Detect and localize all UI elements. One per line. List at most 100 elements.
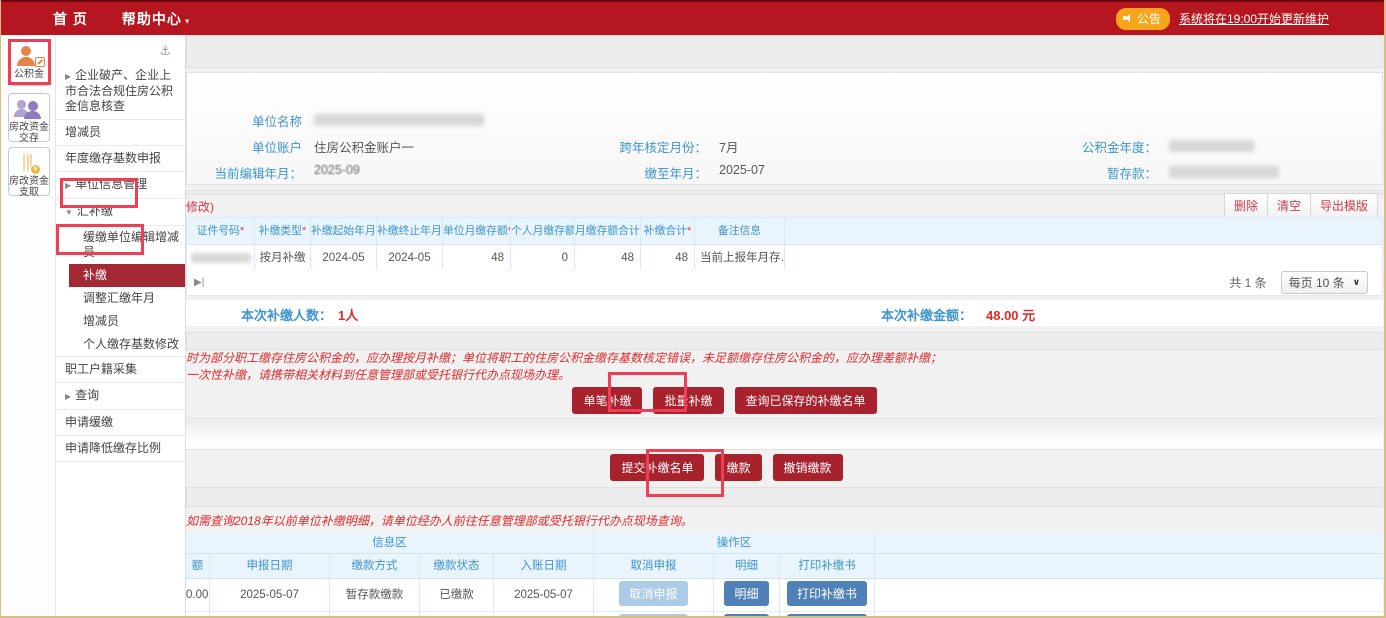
count-value: 1人 [338,305,358,324]
batch-supplement-button[interactable]: 批量补缴 [653,387,723,414]
divider-strip [186,332,1383,350]
sidebar-item-add-remove-sub[interactable]: 增减员 [56,310,185,333]
module-rail: 公积金 房改资金 交存 ¥ 房改资金 支取 [1,35,56,618]
single-supplement-button[interactable]: 单笔补缴 [572,387,642,414]
detail-button[interactable]: 明细 [724,581,768,606]
maintenance-notice-link[interactable]: 系统将在19:00开始更新维护 [1179,10,1329,27]
summary-row: 本次补缴人数： 1人 本次补缴金额： 48.00 元 [186,300,1383,326]
cancel-pay-button[interactable]: 撤销缴款 [773,454,843,481]
print-certificate-button[interactable]: 打印补缴书 [787,614,867,618]
module-reform-withdraw[interactable]: ¥ 房改资金 支取 [8,147,50,196]
supplement-actions: 单笔补缴 批量补缴 查询已保存的补缴名单 [126,387,1323,414]
unit-account-value: 住房公积金账户一 [314,137,414,156]
sidebar-item-household-collect[interactable]: 职工户籍采集 [56,357,185,383]
collapse-anchor-icon[interactable]: ⚓ [159,44,171,59]
main-content: 单位名称 单位账户 住房公积金账户一 跨年核定月份： 7月 公积金年度： 当前编… [186,35,1383,618]
section-header-strip [186,35,1383,68]
operation-zone-header: 操作区 [594,532,875,554]
sidebar-item-unit-info[interactable]: ▶单位信息管理 [56,172,185,199]
sidebar-item-adjust-month[interactable]: 调整汇缴年月 [56,287,185,310]
people-icon [9,98,49,120]
housing-fund-page: 首 页 帮助中心▾ 公告 系统将在19:00开始更新维护 公积金 房改资金 [0,0,1386,618]
chevron-right-icon: ▶ [65,72,71,81]
cross-year-label: 跨年核定月份： [537,137,707,156]
table-row: 0.00 2025-05-07 暂存款缴款 已缴款 2025-05-07 取消申… [186,579,1383,612]
submit-actions: 提交补缴名单 缴款 撤销缴款 [128,454,1325,481]
query-saved-list-button[interactable]: 查询已保存的补缴名单 [735,387,877,414]
nav-help-center[interactable]: 帮助中心▾ [122,9,191,29]
chevron-right-icon: ▶ [65,181,71,190]
paid-to-label: 缴至年月： [537,163,707,182]
query-note: 如需查询2018年以前单位补缴明细，请单位经办人前往任意管理部或受托银行代办点现… [186,512,693,529]
module-label: 房改资金 [9,176,49,187]
sidebar-menu-panel: ⚓ ▶企业破产、企业上市合法合规住房公积金信息核查 增减员 年度缴存基数申报 ▶… [56,35,186,618]
chevron-right-icon: ▶ [65,392,71,401]
edit-hint-text: 修改) [186,198,214,215]
last-page-icon[interactable]: ▶| [194,277,204,288]
deposit-label: 暂存款： [1017,163,1157,182]
table-row: 0.00 2025-03-14 暂存款缴款 已缴款 2025-03-14 取消申… [186,612,1383,618]
unit-name-label: 单位名称 [187,111,302,130]
amount-value: 48.00 元 [986,305,1035,324]
chevron-down-icon: ▾ [185,16,191,26]
submit-list-button[interactable]: 提交补缴名单 [610,454,704,481]
pay-button[interactable]: 缴款 [715,454,761,481]
deposit-masked-value [1169,164,1279,178]
amount-label: 本次补缴金额： [881,305,972,324]
sidebar-item-enterprise-check[interactable]: ▶企业破产、企业上市合法合规住房公积金信息核查 [56,63,185,120]
chevron-down-icon: ▼ [65,208,73,217]
topbar: 首 页 帮助中心▾ 公告 系统将在19:00开始更新维护 [1,0,1384,35]
history-column-header: 额 申报日期 缴款方式 缴款状态 入账日期 取消申报 明细 打印补缴书 [186,554,1383,579]
paid-to-value: 2025-07 [719,163,765,177]
cancel-declare-button[interactable]: 取消申报 [619,614,687,618]
module-reform-deposit[interactable]: 房改资金 交存 [8,93,50,142]
sidebar-item-add-remove[interactable]: 增减员 [56,120,185,146]
sidebar-item-deferred-edit[interactable]: 缓缴单位编辑增减员 [56,226,185,264]
module-provident-fund[interactable]: 公积金 [8,40,50,86]
module-label: 公积金 [9,69,49,80]
note-line-1: 时为部分职工缴存住房公积金的，应办理按月补缴；单位将职工的住房公积金缴存基数核定… [186,350,1383,367]
delete-button[interactable]: 删除 [1224,193,1268,218]
detail-button[interactable]: 明细 [724,614,768,618]
clear-button[interactable]: 清空 [1267,193,1311,218]
sidebar-item-remit-supplement[interactable]: ▼汇补缴 [56,199,185,226]
speaker-icon [1123,14,1132,23]
sidebar-item-annual-base[interactable]: 年度缴存基数申报 [56,146,185,172]
announcement-badge: 公告 [1116,8,1170,30]
cancel-declare-button[interactable]: 取消申报 [619,581,687,606]
history-table: 信息区 操作区 额 申报日期 缴款方式 缴款状态 入账日期 取消申报 明细 打印… [186,532,1383,618]
table-row[interactable]: 按月补缴 2024-05 2024-05 48 0 48 48 当前上报年月存… [187,244,1382,271]
fund-year-masked-value [1169,138,1254,152]
policy-notes: 时为部分职工缴存住房公积金的，应办理按月补缴；单位将职工的住房公积金缴存基数核定… [186,350,1383,384]
supplement-table: 证件号码* 补缴类型* 补缴起始年月* 补缴终止年月* 单位月缴存额* 个人月缴… [186,217,1383,272]
unit-account-label: 单位账户 [187,137,302,156]
count-label: 本次补缴人数： [241,305,332,324]
table-toolbar: 删除 清空 导出模版 [1225,193,1378,218]
edit-month-label: 当前编辑年月： [187,163,302,182]
export-template-button[interactable]: 导出模版 [1310,193,1378,218]
submenu-remit-supplement: 缓缴单位编辑增减员 补缴 调整汇缴年月 增减员 个人缴存基数修改 [56,226,185,357]
supplement-table-header: 证件号码* 补缴类型* 补缴起始年月* 补缴终止年月* 单位月缴存额* 个人月缴… [187,218,1382,244]
masked-id-cell [187,244,255,271]
divider-strip [186,487,1383,507]
history-group-header: 信息区 操作区 [186,532,1383,554]
fund-year-label: 公积金年度： [1017,137,1157,156]
print-certificate-button[interactable]: 打印补缴书 [787,581,867,606]
nav-home[interactable]: 首 页 [53,9,88,29]
divider-strip [186,190,1383,195]
module-label: 交存 [9,133,49,144]
pagination-bar: ▶| 共 1 条 每页 10 条 ∨ [186,270,1383,296]
total-count: 共 1 条 [1229,274,1266,291]
sidebar-item-personal-base-edit[interactable]: 个人缴存基数修改 [56,333,185,356]
section-gradient [186,417,1383,450]
page-size-select[interactable]: 每页 10 条 ∨ [1281,271,1368,294]
person-edit-icon [9,45,49,67]
info-zone-header: 信息区 [186,532,594,554]
sidebar-item-supplement-selected[interactable]: 补缴 [69,264,185,287]
module-label: 房改资金 [9,122,49,133]
note-line-2: 一次性补缴，请携带相关材料到任意管理部或受托银行代办点现场办理。 [186,367,1383,384]
unit-name-masked-value [314,112,484,126]
module-label: 支取 [9,187,49,198]
coins-icon: ¥ [9,152,49,174]
unit-info-form: 单位名称 单位账户 住房公积金账户一 跨年核定月份： 7月 公积金年度： 当前编… [186,72,1383,185]
